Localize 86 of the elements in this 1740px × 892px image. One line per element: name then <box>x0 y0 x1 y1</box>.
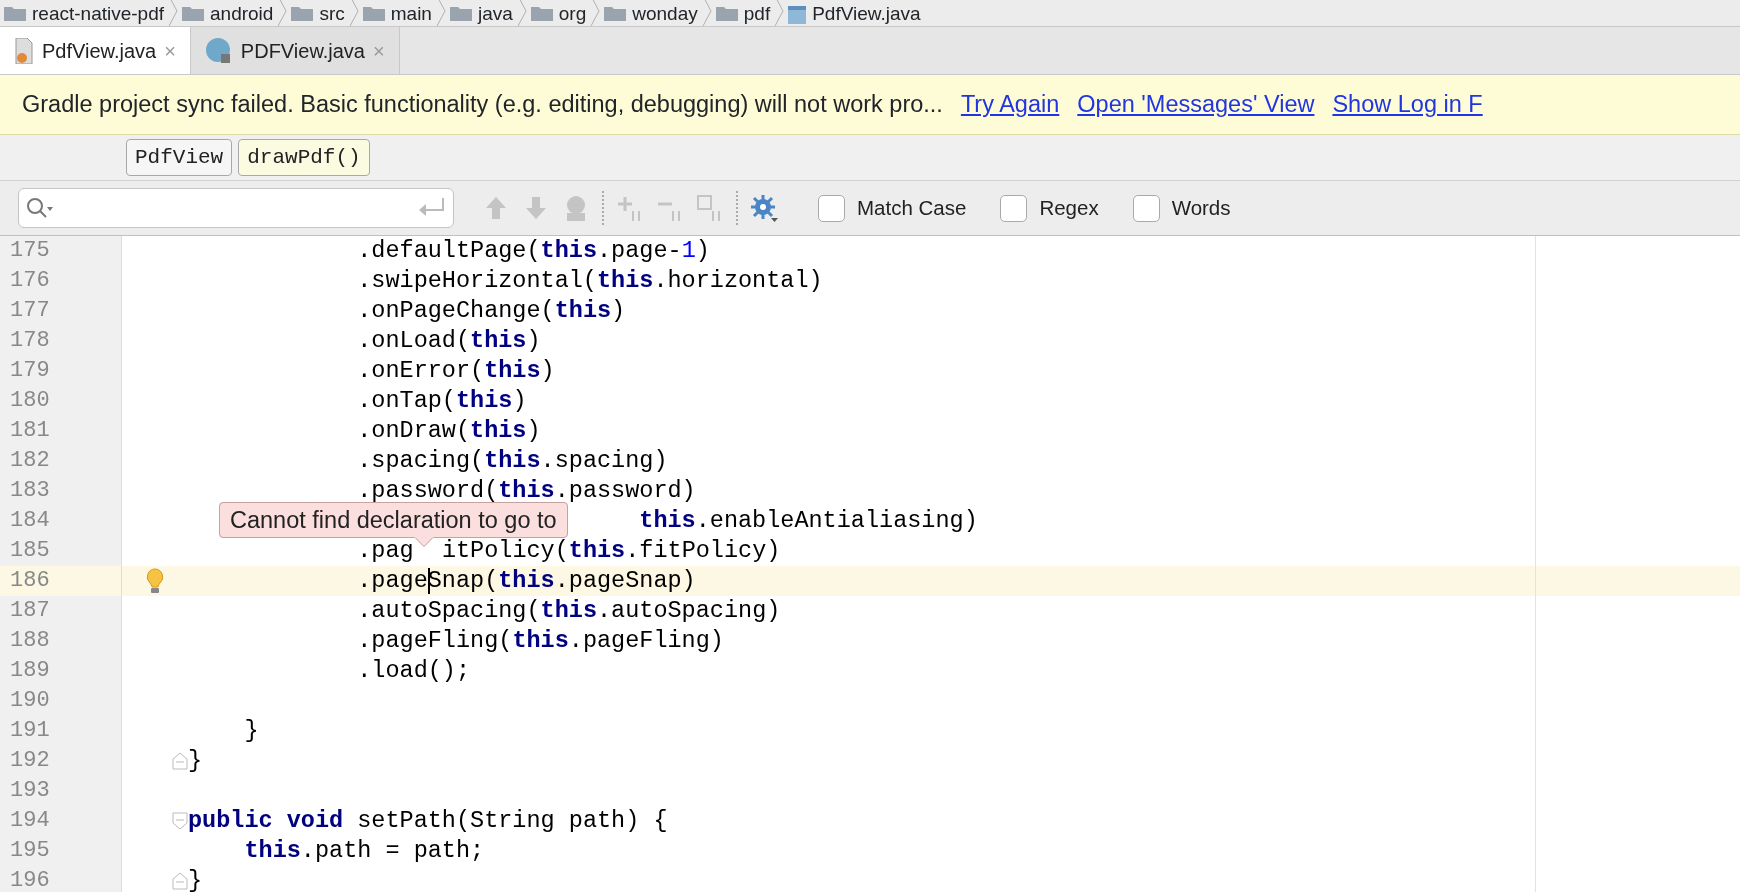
breadcrumb-item[interactable]: main <box>358 0 436 26</box>
fold-icon[interactable] <box>172 752 188 770</box>
line-number: 177 <box>0 296 122 326</box>
line-number: 184 <box>0 506 122 536</box>
line-number: 180 <box>0 386 122 416</box>
line-number: 187 <box>0 596 122 626</box>
line-number: 191 <box>0 716 122 746</box>
code-line: .pageFling(this.pageFling) <box>357 626 724 656</box>
code-line: public void setPath(String path) { <box>188 806 668 836</box>
code-line: .onError(this) <box>357 356 555 386</box>
line-number: 192 <box>0 746 122 776</box>
folder-icon <box>715 5 738 21</box>
code-line: .onTap(this) <box>357 386 527 416</box>
code-line: .defaultPage(this.page-1) <box>357 236 710 266</box>
code-line: } <box>188 746 203 776</box>
structure-crumb[interactable]: PdfView <box>126 138 233 177</box>
code-line: } <box>244 716 259 746</box>
code-line: .pag <box>357 536 414 566</box>
folder-icon <box>291 5 314 21</box>
breadcrumb-item[interactable]: react-native-pdf <box>0 0 168 26</box>
code-line: .onPageChange(this) <box>357 296 626 326</box>
line-number: 175 <box>0 236 122 266</box>
line-number: 194 <box>0 806 122 836</box>
folder-icon <box>604 5 627 21</box>
folder-icon <box>530 5 553 21</box>
line-number: 178 <box>0 326 122 356</box>
line-number: 181 <box>0 416 122 446</box>
warning-message: Gradle project sync failed. Basic functionality (e.g. editing, debugging) will not work pro... <box>22 89 943 119</box>
line-number: 190 <box>0 686 122 716</box>
banner-link[interactable]: Open 'Messages' View <box>1077 86 1315 123</box>
breadcrumb-item[interactable]: wonday <box>600 0 702 26</box>
folder-icon <box>182 5 204 21</box>
tooltip-pointer <box>414 537 434 547</box>
option-checkbox[interactable]: Regex <box>1000 192 1099 224</box>
separator-icon <box>774 0 785 26</box>
code-line: itPolicy(this.fitPolicy) <box>441 536 781 566</box>
fold-icon[interactable] <box>172 872 188 890</box>
editor-tab[interactable]: PdfView.java × <box>0 27 191 74</box>
separator-icon <box>590 0 601 26</box>
line-number: 196 <box>0 866 122 892</box>
class-icon <box>204 36 233 65</box>
code-line: .load(); <box>357 656 471 686</box>
line-number: 183 <box>0 476 122 506</box>
line-number: 188 <box>0 626 122 656</box>
code-line: } <box>188 866 203 892</box>
separator-icon <box>516 0 527 26</box>
line-number: 189 <box>0 656 122 686</box>
line-number: 176 <box>0 266 122 296</box>
structure-crumb[interactable]: drawPdf() <box>238 138 370 177</box>
code-line: .onLoad(this) <box>357 326 541 356</box>
folder-icon <box>4 5 26 21</box>
breadcrumb-item[interactable]: PdfView.java <box>784 0 925 26</box>
search-icon <box>25 196 55 220</box>
option-checkbox[interactable]: Match Case <box>818 192 967 224</box>
breadcrumb-item[interactable]: org <box>526 0 591 26</box>
folder-icon <box>362 5 385 21</box>
separator-icon <box>168 0 178 26</box>
code-line: this.path = path; <box>244 836 485 866</box>
fold-icon[interactable] <box>172 812 188 830</box>
breadcrumb-item[interactable]: java <box>445 0 517 26</box>
code-line: .autoSpacing(this.autoSpacing) <box>357 596 781 626</box>
code-line: this.enableAntialiasing) <box>639 506 978 536</box>
code-line: .pageSnap(this.pageSnap) <box>357 566 696 596</box>
search-field[interactable] <box>18 188 454 228</box>
lightbulb-icon[interactable] <box>144 567 166 595</box>
line-number: 182 <box>0 446 122 476</box>
banner-link[interactable]: Show Log in F <box>1332 86 1483 123</box>
editor-tab[interactable]: PDFView.java × <box>190 27 400 74</box>
code-line: .onDraw(this) <box>357 416 541 446</box>
java-file-icon <box>14 37 34 64</box>
breadcrumb-item[interactable]: android <box>178 0 278 26</box>
breadcrumb-item[interactable]: src <box>287 0 349 26</box>
line-number: 179 <box>0 356 122 386</box>
separator-icon <box>701 0 712 26</box>
folder-icon <box>449 5 472 21</box>
code-line: .swipeHorizontal(this.horizontal) <box>357 266 823 296</box>
breadcrumb-item[interactable]: pdf <box>711 0 775 26</box>
banner-link[interactable]: Try Again <box>960 86 1060 123</box>
separator-icon <box>435 0 446 26</box>
line-number: 193 <box>0 776 122 806</box>
line-number: 195 <box>0 836 122 866</box>
separator-icon <box>348 0 359 26</box>
line-number: 185 <box>0 536 122 566</box>
code-line: .spacing(this.spacing) <box>357 446 668 476</box>
separator-icon <box>277 0 288 26</box>
option-checkbox[interactable]: Words <box>1132 192 1231 224</box>
